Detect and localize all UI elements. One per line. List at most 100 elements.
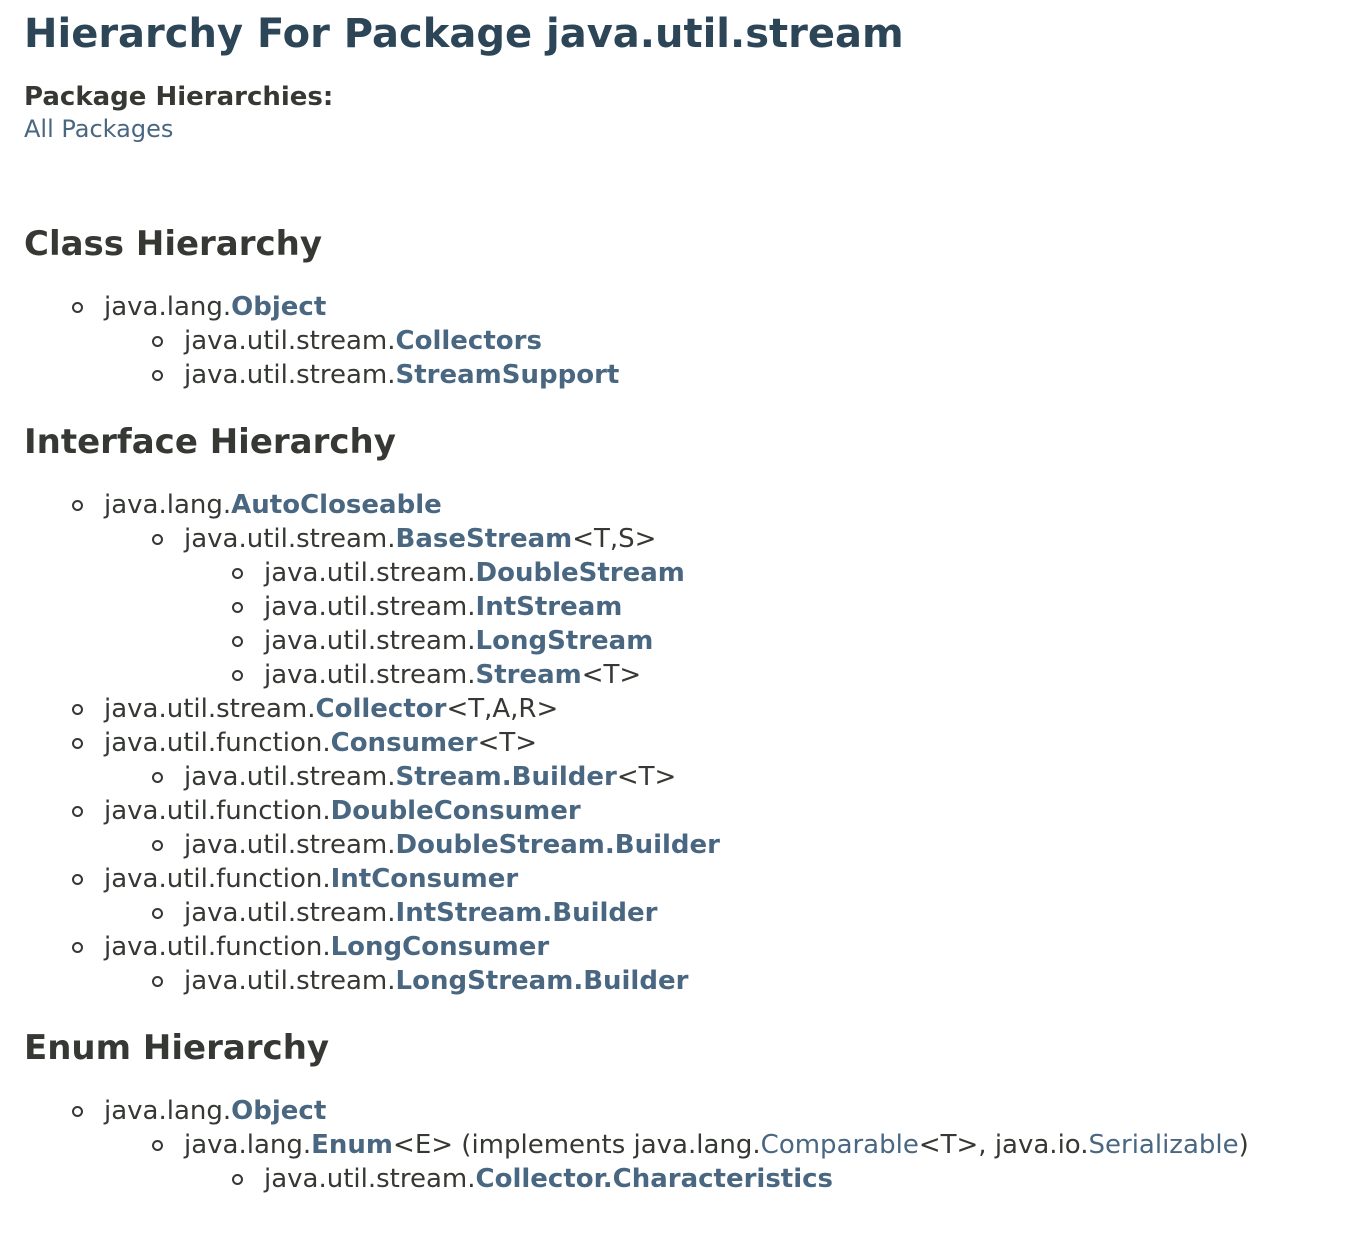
- type-link-autocloseable[interactable]: AutoCloseable: [231, 490, 442, 520]
- package-prefix: java.lang.: [104, 1096, 232, 1126]
- type-suffix: <E> (implements java.lang.: [393, 1130, 761, 1160]
- bullet-icon: [152, 1140, 163, 1151]
- tree-item: java.util.stream.Collector.Characteristi…: [24, 1162, 1332, 1196]
- package-prefix: java.lang.: [104, 490, 232, 520]
- page: Hierarchy For Package java.util.stream P…: [0, 0, 1356, 1196]
- package-prefix: java.util.stream.: [184, 898, 396, 928]
- type-link-consumer[interactable]: Consumer: [331, 728, 478, 758]
- package-prefix: java.util.stream.: [184, 524, 396, 554]
- type-link-stream[interactable]: Stream: [476, 660, 582, 690]
- package-prefix: java.util.stream.: [264, 592, 476, 622]
- bullet-icon: [232, 602, 243, 613]
- class-hierarchy-tree: java.lang.Object java.util.stream.Collec…: [24, 290, 1332, 392]
- tree-item: java.util.function.DoubleConsumer: [24, 794, 1332, 828]
- type-link-stream-builder[interactable]: Stream.Builder: [396, 762, 617, 792]
- type-link-collectors[interactable]: Collectors: [396, 326, 542, 356]
- package-prefix: java.util.stream.: [184, 326, 396, 356]
- tree-item: java.lang.Object: [24, 1094, 1332, 1128]
- bullet-icon: [72, 806, 83, 817]
- tree-item: java.util.stream.Stream.Builder<T>: [24, 760, 1332, 794]
- type-suffix: <T>, java.io.: [918, 1130, 1089, 1160]
- bullet-icon: [72, 738, 83, 749]
- bullet-icon: [232, 568, 243, 579]
- class-hierarchy-heading: Class Hierarchy: [24, 224, 323, 264]
- tree-item: java.util.stream.StreamSupport: [24, 358, 1332, 392]
- type-suffix: <T>: [581, 660, 642, 690]
- tree-item: java.util.stream.LongStream: [24, 624, 1332, 658]
- type-suffix: <T>: [616, 762, 677, 792]
- tree-item: java.util.stream.IntStream.Builder: [24, 896, 1332, 930]
- type-link-longstream-builder[interactable]: LongStream.Builder: [396, 966, 689, 996]
- tree-item: java.util.stream.Stream<T>: [24, 658, 1332, 692]
- tree-item: java.util.function.LongConsumer: [24, 930, 1332, 964]
- tree-item: java.util.function.IntConsumer: [24, 862, 1332, 896]
- interface-hierarchy-tree: java.lang.AutoCloseable java.util.stream…: [24, 488, 1332, 998]
- tree-item: java.util.stream.IntStream: [24, 590, 1332, 624]
- tree-item: java.lang.AutoCloseable: [24, 488, 1332, 522]
- bullet-icon: [72, 704, 83, 715]
- package-prefix: java.util.stream.: [264, 660, 476, 690]
- tree-item: java.util.function.Consumer<T>: [24, 726, 1332, 760]
- type-suffix: <T>: [477, 728, 538, 758]
- bullet-icon: [72, 942, 83, 953]
- package-prefix: java.util.function.: [104, 932, 331, 962]
- tree-item: java.util.stream.DoubleStream: [24, 556, 1332, 590]
- type-link-object[interactable]: Object: [231, 292, 326, 322]
- package-prefix: java.util.function.: [104, 864, 331, 894]
- package-prefix: java.util.stream.: [184, 762, 396, 792]
- package-prefix: java.util.stream.: [264, 626, 476, 656]
- type-link-doublestream-builder[interactable]: DoubleStream.Builder: [396, 830, 720, 860]
- bullet-icon: [152, 976, 163, 987]
- bullet-icon: [152, 370, 163, 381]
- type-link-intconsumer[interactable]: IntConsumer: [331, 864, 519, 894]
- package-hierarchies-label: Package Hierarchies:: [24, 82, 334, 112]
- type-link-basestream[interactable]: BaseStream: [396, 524, 573, 554]
- enum-hierarchy-tree: java.lang.Object java.lang.Enum<E> (impl…: [24, 1094, 1332, 1196]
- type-link-intstream[interactable]: IntStream: [476, 592, 623, 622]
- bullet-icon: [72, 874, 83, 885]
- type-link-streamsupport[interactable]: StreamSupport: [396, 360, 620, 390]
- package-prefix: java.util.stream.: [104, 694, 316, 724]
- bullet-icon: [232, 636, 243, 647]
- tree-item: java.util.stream.LongStream.Builder: [24, 964, 1332, 998]
- package-prefix: java.lang.: [104, 292, 232, 322]
- bullet-icon: [72, 302, 83, 313]
- bullet-icon: [152, 534, 163, 545]
- type-link-intstream-builder[interactable]: IntStream.Builder: [396, 898, 658, 928]
- type-link-comparable[interactable]: Comparable: [761, 1130, 919, 1160]
- type-link-serializable[interactable]: Serializable: [1089, 1130, 1239, 1160]
- bullet-icon: [72, 1106, 83, 1117]
- type-link-doublestream[interactable]: DoubleStream: [476, 558, 685, 588]
- package-prefix: java.util.stream.: [184, 966, 396, 996]
- type-suffix: <T,S>: [572, 524, 657, 554]
- type-link-enum[interactable]: Enum: [311, 1130, 393, 1160]
- tree-item: java.util.stream.BaseStream<T,S>: [24, 522, 1332, 556]
- tree-item: java.util.stream.Collector<T,A,R>: [24, 692, 1332, 726]
- package-prefix: java.lang.: [184, 1130, 312, 1160]
- type-link-doubleconsumer[interactable]: DoubleConsumer: [331, 796, 581, 826]
- package-prefix: java.util.stream.: [184, 360, 396, 390]
- type-suffix: ): [1238, 1130, 1249, 1160]
- type-link-longstream[interactable]: LongStream: [476, 626, 654, 656]
- enum-hierarchy-heading: Enum Hierarchy: [24, 1028, 330, 1068]
- tree-item: java.util.stream.DoubleStream.Builder: [24, 828, 1332, 862]
- bullet-icon: [72, 500, 83, 511]
- bullet-icon: [152, 336, 163, 347]
- tree-item: java.util.stream.Collectors: [24, 324, 1332, 358]
- tree-item: java.lang.Enum<E> (implements java.lang.…: [24, 1128, 1332, 1162]
- tree-item: java.lang.Object: [24, 290, 1332, 324]
- package-prefix: java.util.stream.: [264, 558, 476, 588]
- all-packages-link[interactable]: All Packages: [24, 114, 173, 144]
- type-link-longconsumer[interactable]: LongConsumer: [331, 932, 550, 962]
- type-link-object[interactable]: Object: [231, 1096, 326, 1126]
- package-prefix: java.util.function.: [104, 728, 331, 758]
- bullet-icon: [152, 840, 163, 851]
- bullet-icon: [152, 772, 163, 783]
- page-title: Hierarchy For Package java.util.stream: [24, 11, 904, 57]
- bullet-icon: [232, 670, 243, 681]
- type-link-collector[interactable]: Collector: [316, 694, 447, 724]
- interface-hierarchy-heading: Interface Hierarchy: [24, 422, 396, 462]
- package-prefix: java.util.stream.: [264, 1164, 476, 1194]
- package-prefix: java.util.function.: [104, 796, 331, 826]
- type-link-collector-characteristics[interactable]: Collector.Characteristics: [476, 1164, 834, 1194]
